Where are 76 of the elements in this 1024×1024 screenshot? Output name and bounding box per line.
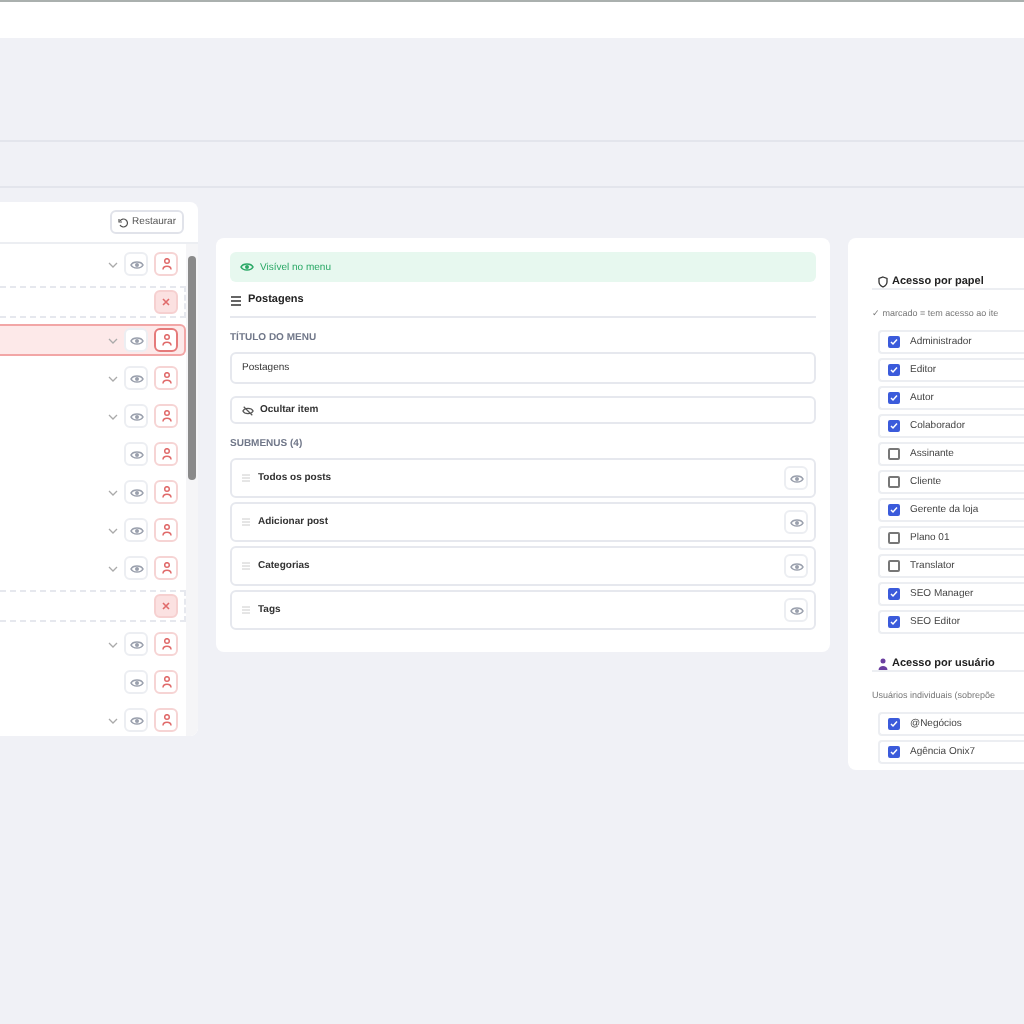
eye-icon [129, 335, 143, 345]
checkbox[interactable] [888, 476, 900, 488]
checkbox[interactable] [888, 718, 900, 730]
visibility-button[interactable] [784, 510, 808, 534]
scrollbar[interactable] [186, 244, 198, 736]
chevron-icon[interactable] [108, 527, 118, 533]
person-icon [161, 486, 171, 498]
checkbox[interactable] [888, 588, 900, 600]
checkbox[interactable] [888, 392, 900, 404]
chevron-icon[interactable] [108, 717, 118, 723]
access-button[interactable] [154, 328, 178, 352]
checkbox[interactable] [888, 420, 900, 432]
menu-icon [230, 295, 242, 305]
visibility-button[interactable] [124, 442, 148, 466]
visibility-button[interactable] [124, 480, 148, 504]
checkbox[interactable] [888, 336, 900, 348]
checkbox[interactable] [888, 364, 900, 376]
visibility-button[interactable] [124, 632, 148, 656]
checkbox[interactable] [888, 746, 900, 758]
visibility-button[interactable] [124, 556, 148, 580]
visibility-button[interactable] [124, 518, 148, 542]
eye-icon [129, 449, 143, 459]
person-icon [161, 676, 171, 688]
visibility-button[interactable] [784, 598, 808, 622]
visibility-button[interactable] [124, 708, 148, 732]
person-icon [878, 658, 888, 670]
chevron-icon[interactable] [108, 261, 118, 267]
eye-icon [129, 487, 143, 497]
person-icon [161, 714, 171, 726]
unhide-button[interactable] [154, 290, 178, 314]
person-icon [161, 448, 171, 460]
chevron-icon[interactable] [108, 641, 118, 647]
person-icon [161, 372, 171, 384]
close-icon [162, 298, 170, 306]
eye-icon [129, 259, 143, 269]
visibility-button[interactable] [124, 366, 148, 390]
person-icon [161, 334, 171, 346]
visibility-button[interactable] [784, 466, 808, 490]
eye-icon [789, 473, 803, 483]
visibility-button[interactable] [124, 670, 148, 694]
checkbox[interactable] [888, 532, 900, 544]
eye-icon [129, 677, 143, 687]
eye-icon [129, 639, 143, 649]
eye-icon [789, 561, 803, 571]
checkbox[interactable] [888, 504, 900, 516]
eye-icon [129, 373, 143, 383]
menu-tree-row[interactable] [0, 324, 186, 356]
visibility-button[interactable] [124, 252, 148, 276]
checkbox[interactable] [888, 448, 900, 460]
close-icon [162, 602, 170, 610]
checkbox[interactable] [888, 560, 900, 572]
person-icon [161, 258, 171, 270]
eye-icon [129, 411, 143, 421]
shield-icon [878, 276, 888, 288]
visibility-button[interactable] [124, 328, 148, 352]
person-icon [161, 524, 171, 536]
chevron-icon[interactable] [108, 489, 118, 495]
checkbox[interactable] [888, 616, 900, 628]
eye-icon [240, 262, 254, 272]
eye-icon [129, 563, 143, 573]
eye-icon [789, 605, 803, 615]
chevron-icon[interactable] [108, 337, 118, 343]
person-icon [161, 410, 171, 422]
eye-icon [129, 525, 143, 535]
visibility-button[interactable] [784, 554, 808, 578]
person-icon [161, 638, 171, 650]
unhide-button[interactable] [154, 594, 178, 618]
undo-icon [118, 217, 129, 227]
person-icon [161, 562, 171, 574]
chevron-icon[interactable] [108, 413, 118, 419]
visibility-button[interactable] [124, 404, 148, 428]
chevron-icon[interactable] [108, 375, 118, 381]
eye-icon [789, 517, 803, 527]
eye-off-icon [242, 405, 254, 415]
eye-icon [129, 715, 143, 725]
chevron-icon[interactable] [108, 565, 118, 571]
